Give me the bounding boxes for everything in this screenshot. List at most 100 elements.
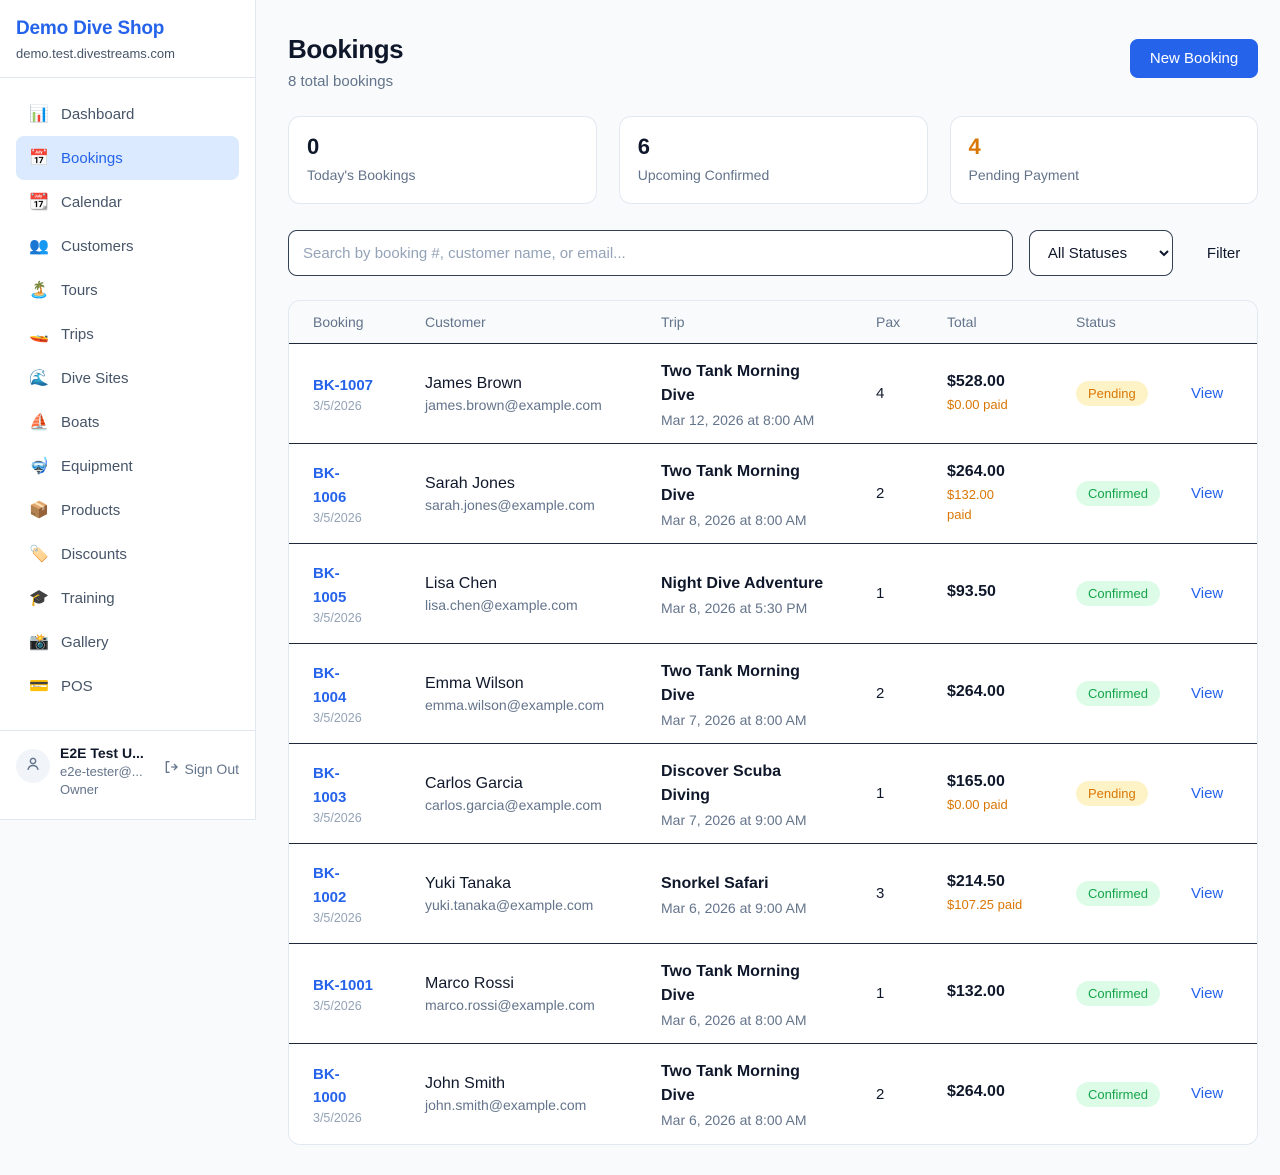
customer-email: john.smith@example.com <box>425 1097 651 1113</box>
sidebar-item[interactable]: 📦 Products <box>16 488 239 532</box>
booking-date: 3/5/2026 <box>313 999 415 1013</box>
customer-email: marco.rossi@example.com <box>425 997 651 1013</box>
sidebar-item[interactable]: 🚤 Trips <box>16 312 239 356</box>
sidebar-item[interactable]: 👥 Customers <box>16 224 239 268</box>
pax-count: 1 <box>876 585 947 602</box>
customer-email: yuki.tanaka@example.com <box>425 897 651 913</box>
customer-name: Lisa Chen <box>425 575 651 593</box>
booking-id-link[interactable]: BK-1001 <box>313 974 415 997</box>
view-link[interactable]: View <box>1191 885 1223 902</box>
sidebar-item-icon: 👥 <box>28 236 50 256</box>
avatar <box>16 749 50 783</box>
sidebar-item-icon: 🎓 <box>28 588 50 608</box>
sidebar-item-label: Gallery <box>61 634 109 651</box>
view-link[interactable]: View <box>1191 385 1223 402</box>
paid-amount: $0.00 paid <box>947 395 1066 415</box>
trip-datetime: Mar 6, 2026 at 9:00 AM <box>661 900 866 916</box>
view-link[interactable]: View <box>1191 1085 1223 1102</box>
stat-value: 4 <box>969 134 1240 160</box>
view-link[interactable]: View <box>1191 485 1223 502</box>
trip-name: Discover Scuba Diving <box>661 760 866 808</box>
stat-label: Today's Bookings <box>307 167 578 183</box>
new-booking-button[interactable]: New Booking <box>1130 39 1258 78</box>
booking-id-link[interactable]: BK- 1005 <box>313 562 415 609</box>
sign-out-button[interactable]: Sign Out <box>163 759 239 778</box>
sidebar-item[interactable]: 🏝️ Tours <box>16 268 239 312</box>
sidebar-item-icon: ⛵ <box>28 412 50 432</box>
stat-value: 0 <box>307 134 578 160</box>
trip-name: Two Tank Morning Dive <box>661 660 866 708</box>
status-select[interactable]: All Statuses <box>1029 230 1173 276</box>
booking-date: 3/5/2026 <box>313 611 415 625</box>
shop-header: Demo Dive Shop demo.test.divestreams.com <box>0 0 255 78</box>
sidebar-item[interactable]: ⛵ Boats <box>16 400 239 444</box>
sidebar-item-icon: 🌊 <box>28 368 50 388</box>
view-link[interactable]: View <box>1191 785 1223 802</box>
view-link[interactable]: View <box>1191 585 1223 602</box>
booking-date: 3/5/2026 <box>313 811 415 825</box>
status-badge: Confirmed <box>1076 881 1160 906</box>
person-icon <box>24 755 42 778</box>
stat-card: 0 Today's Bookings <box>288 116 597 204</box>
trip-name: Night Dive Adventure <box>661 572 866 596</box>
trip-name: Two Tank Morning Dive <box>661 460 866 508</box>
booking-id-link[interactable]: BK- 1004 <box>313 662 415 709</box>
sidebar-item[interactable]: 📸 Gallery <box>16 620 239 664</box>
sidebar-item-label: Dashboard <box>61 106 134 123</box>
sidebar-item-label: Trips <box>61 326 94 343</box>
customer-name: Sarah Jones <box>425 475 651 493</box>
booking-id-link[interactable]: BK-1007 <box>313 374 415 397</box>
pax-count: 2 <box>876 685 947 702</box>
sidebar-item[interactable]: 📆 Calendar <box>16 180 239 224</box>
booking-id-link[interactable]: BK- 1000 <box>313 1063 415 1110</box>
sidebar-item[interactable]: 🎓 Training <box>16 576 239 620</box>
sign-out-label: Sign Out <box>185 761 239 777</box>
column-header-trip: Trip <box>661 314 876 330</box>
sidebar-item[interactable]: 🤿 Equipment <box>16 444 239 488</box>
booking-id-link[interactable]: BK- 1002 <box>313 862 415 909</box>
status-badge: Pending <box>1076 781 1148 806</box>
pax-count: 2 <box>876 1086 947 1103</box>
view-link[interactable]: View <box>1191 685 1223 702</box>
customer-name: Carlos Garcia <box>425 775 651 793</box>
sidebar-item-label: Products <box>61 502 120 519</box>
booking-id-link[interactable]: BK- 1006 <box>313 462 415 509</box>
total-amount: $132.00 <box>947 983 1066 1001</box>
trip-name: Two Tank Morning Dive <box>661 1060 866 1108</box>
sidebar-item-icon: 📦 <box>28 500 50 520</box>
stats-cards: 0 Today's Bookings 6 Upcoming Confirmed … <box>288 116 1258 204</box>
view-link[interactable]: View <box>1191 985 1223 1002</box>
sidebar-item-label: Calendar <box>61 194 122 211</box>
sidebar-item[interactable]: 🏷️ Discounts <box>16 532 239 576</box>
sidebar-item[interactable]: 🌊 Dive Sites <box>16 356 239 400</box>
stat-label: Upcoming Confirmed <box>638 167 909 183</box>
sidebar-item[interactable]: 💳 POS <box>16 664 239 708</box>
sidebar-item-label: Equipment <box>61 458 133 475</box>
customer-email: emma.wilson@example.com <box>425 697 651 713</box>
table-row: BK- 1002 3/5/2026 Yuki Tanaka yuki.tanak… <box>289 844 1257 944</box>
sidebar-item-icon: 🏝️ <box>28 280 50 300</box>
total-amount: $93.50 <box>947 583 1066 601</box>
sidebar-item[interactable]: 📅 Bookings <box>16 136 239 180</box>
sidebar-item-icon: 💳 <box>28 676 50 696</box>
paid-amount: $132.00 paid <box>947 485 1066 524</box>
sidebar-item-icon: 🏷️ <box>28 544 50 564</box>
trip-datetime: Mar 6, 2026 at 8:00 AM <box>661 1012 866 1028</box>
stat-card: 4 Pending Payment <box>950 116 1259 204</box>
sidebar-item[interactable]: 📊 Dashboard <box>16 92 239 136</box>
status-badge: Confirmed <box>1076 981 1160 1006</box>
total-amount: $528.00 <box>947 373 1066 391</box>
filter-button[interactable]: Filter <box>1189 235 1258 272</box>
booking-id-link[interactable]: BK- 1003 <box>313 762 415 809</box>
user-section: E2E Test U... e2e-tester@... Owner Sign … <box>0 730 255 819</box>
stat-label: Pending Payment <box>969 167 1240 183</box>
sidebar-item-label: Training <box>61 590 115 607</box>
stat-card: 6 Upcoming Confirmed <box>619 116 928 204</box>
column-header-customer: Customer <box>425 314 661 330</box>
user-name: E2E Test U... <box>60 745 153 761</box>
table-row: BK- 1003 3/5/2026 Carlos Garcia carlos.g… <box>289 744 1257 844</box>
booking-date: 3/5/2026 <box>313 711 415 725</box>
search-input[interactable] <box>288 230 1013 276</box>
pax-count: 3 <box>876 885 947 902</box>
filter-bar: All Statuses Filter <box>288 230 1258 276</box>
